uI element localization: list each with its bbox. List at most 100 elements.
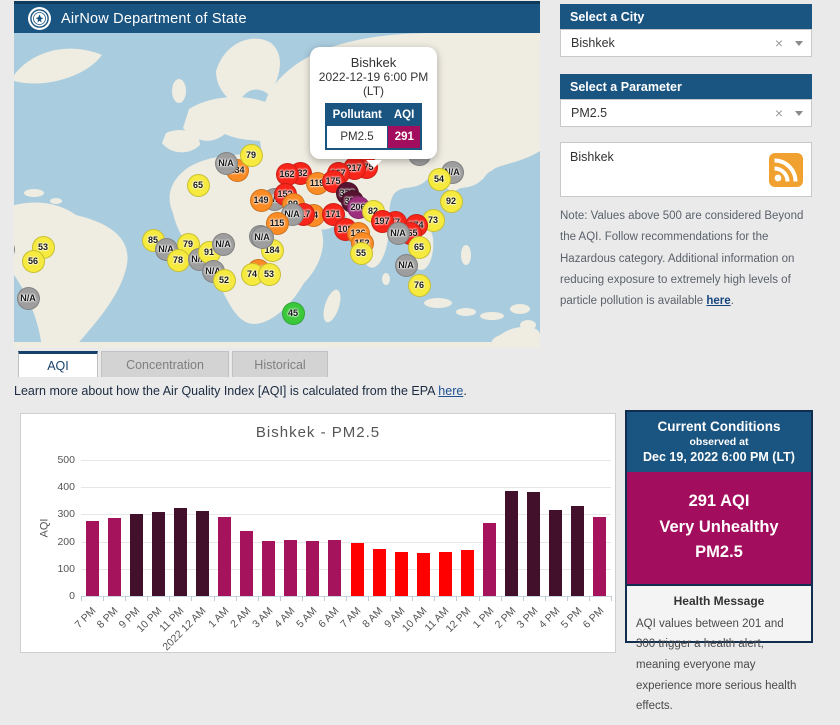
city-select[interactable]: Bishkek × bbox=[560, 29, 812, 57]
aqi-marker[interactable]: 76 bbox=[408, 274, 431, 297]
popup-datetime: 2022-12-19 6:00 PM bbox=[316, 70, 431, 84]
chart-bar[interactable] bbox=[240, 531, 253, 596]
app-header: AirNow Department of State bbox=[14, 4, 540, 33]
current-conditions-header: Current Conditions observed at Dec 19, 2… bbox=[627, 412, 811, 472]
chart-bar[interactable] bbox=[328, 540, 341, 596]
clear-parameter-icon[interactable]: × bbox=[775, 105, 783, 121]
map-popup: Bishkek 2022-12-19 6:00 PM (LT) Pollutan… bbox=[310, 47, 437, 159]
aqi-marker[interactable]: N/A bbox=[251, 226, 274, 249]
chart-bar[interactable] bbox=[196, 511, 209, 596]
x-axis-tick bbox=[302, 596, 303, 601]
chart-bar[interactable] bbox=[262, 541, 275, 596]
chart-bar[interactable] bbox=[527, 492, 540, 596]
aqi-marker[interactable]: N/A bbox=[395, 254, 418, 277]
clear-city-icon[interactable]: × bbox=[775, 35, 783, 51]
current-conditions-title: Current Conditions bbox=[631, 419, 807, 434]
aqi-marker[interactable]: 53 bbox=[258, 263, 281, 286]
parameter-select[interactable]: PM2.5 × bbox=[560, 99, 812, 127]
app-title: AirNow Department of State bbox=[61, 11, 247, 27]
chart-bar[interactable] bbox=[483, 523, 496, 596]
popup-table: Pollutant AQI PM2.5 291 bbox=[325, 103, 423, 150]
aqi-marker[interactable]: N/A bbox=[212, 233, 235, 256]
x-axis-tick bbox=[456, 596, 457, 601]
select-city-header: Select a City bbox=[560, 4, 812, 29]
aqi-marker[interactable]: 92 bbox=[440, 190, 463, 213]
state-department-seal-icon bbox=[28, 7, 51, 30]
aqi-marker[interactable]: 45 bbox=[282, 302, 305, 325]
learn-more-text: Learn more about how the Air Quality Ind… bbox=[14, 384, 467, 398]
aqi-summary: 291 AQI Very Unhealthy PM2.5 bbox=[627, 472, 811, 584]
aqi-marker[interactable]: 56 bbox=[22, 250, 45, 273]
x-axis-tick bbox=[545, 596, 546, 601]
chart-bar[interactable] bbox=[86, 521, 99, 596]
current-conditions-panel: Current Conditions observed at Dec 19, 2… bbox=[625, 410, 813, 643]
chart-bar[interactable] bbox=[174, 508, 187, 596]
chart-bar[interactable] bbox=[351, 543, 364, 596]
aqi-marker[interactable]: N/A bbox=[387, 222, 410, 245]
aqi-marker[interactable]: 79 bbox=[240, 144, 263, 167]
observed-datetime: Dec 19, 2022 6:00 PM (LT) bbox=[631, 450, 807, 464]
tab-aqi[interactable]: AQI bbox=[18, 351, 98, 377]
beyond-aqi-note: Note: Values above 500 are considered Be… bbox=[560, 206, 812, 312]
aqi-marker[interactable]: 149 bbox=[250, 189, 273, 212]
health-message-title: Health Message bbox=[636, 594, 802, 608]
chart-bar[interactable] bbox=[218, 517, 231, 596]
note-text: Note: Values above 500 are considered Be… bbox=[560, 210, 803, 307]
rss-icon[interactable] bbox=[769, 153, 803, 190]
aqi-marker[interactable]: N/A bbox=[215, 152, 238, 175]
chart-bar[interactable] bbox=[373, 549, 386, 596]
learn-more-here-link[interactable]: here bbox=[438, 384, 463, 398]
chart-bar[interactable] bbox=[306, 541, 319, 596]
aqi-pollutant: PM2.5 bbox=[631, 540, 807, 566]
y-axis-tick-label: 200 bbox=[53, 536, 75, 548]
y-axis-tick-label: 100 bbox=[53, 563, 75, 575]
tab-concentration[interactable]: Concentration bbox=[101, 351, 229, 377]
x-axis-tick bbox=[501, 596, 502, 601]
aqi-marker[interactable]: N/A bbox=[17, 287, 40, 310]
chevron-down-icon[interactable] bbox=[795, 111, 803, 116]
aqi-marker[interactable]: 65 bbox=[187, 174, 210, 197]
x-axis-tick bbox=[567, 596, 568, 601]
x-axis-tick bbox=[147, 596, 148, 601]
aqi-bar-chart: Bishkek - PM2.5 0100200300400500AQI7 PM8… bbox=[20, 413, 616, 653]
aqi-marker[interactable]: 55 bbox=[350, 242, 373, 265]
rss-feed-box: Bishkek bbox=[560, 142, 812, 197]
popup-col-pollutant: Pollutant bbox=[326, 104, 388, 126]
x-axis-tick bbox=[523, 596, 524, 601]
x-axis-tick bbox=[191, 596, 192, 601]
popup-col-aqi: AQI bbox=[388, 104, 421, 126]
chart-bar[interactable] bbox=[417, 553, 430, 596]
map-canvas[interactable]: N/A5356N/A85N/A7978N/A91N/AN/A52N/A18414… bbox=[14, 33, 540, 348]
chart-bar[interactable] bbox=[108, 518, 121, 596]
learn-more-period: . bbox=[463, 384, 466, 398]
aqi-marker[interactable]: 54 bbox=[428, 168, 451, 191]
chart-bar[interactable] bbox=[593, 517, 606, 596]
x-axis-tick bbox=[324, 596, 325, 601]
chart-bar[interactable] bbox=[284, 540, 297, 596]
chevron-down-icon[interactable] bbox=[795, 41, 803, 46]
x-axis-tick bbox=[346, 596, 347, 601]
note-period: . bbox=[731, 295, 734, 307]
aqi-marker[interactable]: 162 bbox=[276, 163, 299, 186]
tab-historical[interactable]: Historical bbox=[232, 351, 328, 377]
chart-bar[interactable] bbox=[395, 552, 408, 596]
x-axis-tick bbox=[368, 596, 369, 601]
aqi-marker[interactable]: 52 bbox=[213, 269, 236, 292]
chart-bar[interactable] bbox=[439, 552, 452, 596]
note-here-link[interactable]: here bbox=[706, 295, 730, 307]
popup-timezone: (LT) bbox=[316, 84, 431, 98]
chart-bar[interactable] bbox=[461, 550, 474, 596]
aqi-value: 291 AQI bbox=[631, 489, 807, 515]
observed-at-label: observed at bbox=[631, 436, 807, 448]
aqi-marker[interactable]: 78 bbox=[167, 249, 190, 272]
chart-bar[interactable] bbox=[571, 506, 584, 596]
popup-city: Bishkek bbox=[316, 55, 431, 70]
x-axis-tick bbox=[390, 596, 391, 601]
chart-bar[interactable] bbox=[505, 491, 518, 596]
y-axis-tick-label: 400 bbox=[53, 481, 75, 493]
y-axis-tick-label: 300 bbox=[53, 508, 75, 520]
x-axis-tick bbox=[280, 596, 281, 601]
chart-bar[interactable] bbox=[130, 514, 143, 596]
chart-bar[interactable] bbox=[152, 512, 165, 596]
chart-bar[interactable] bbox=[549, 510, 562, 596]
